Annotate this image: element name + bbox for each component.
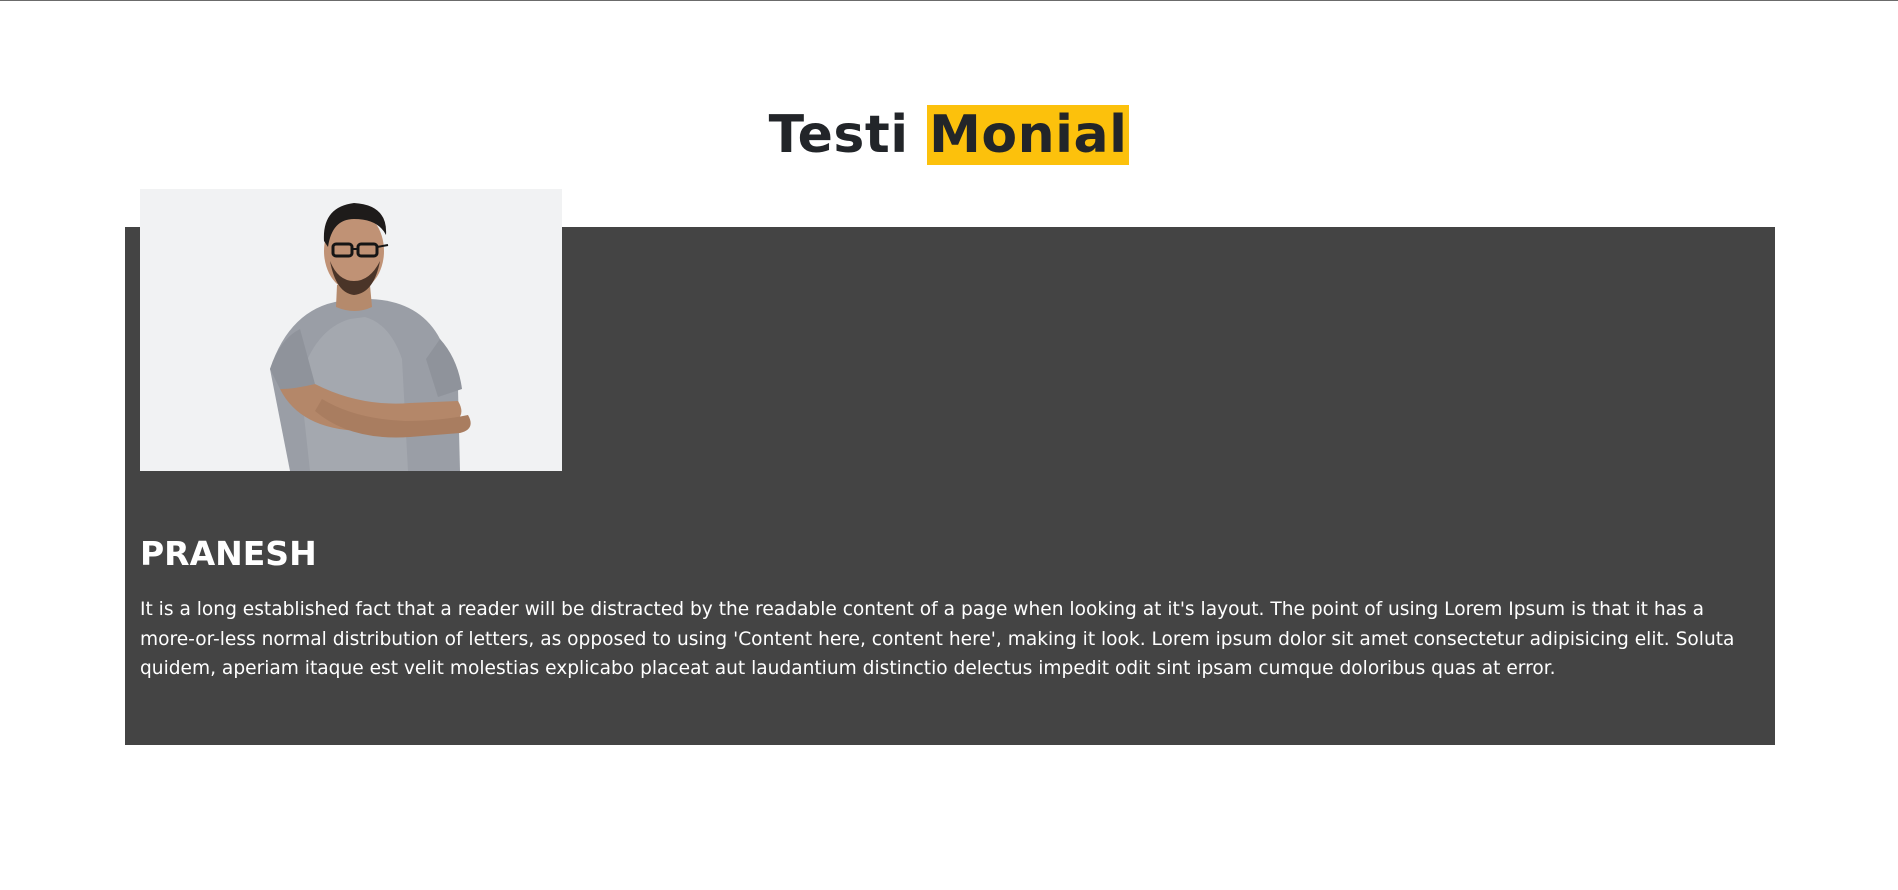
title-part-2-highlighted: Monial [927, 105, 1130, 165]
top-divider [0, 0, 1898, 1]
testimonial-photo [140, 189, 562, 471]
title-part-1: Testi [768, 105, 928, 165]
person-image [140, 189, 562, 471]
section-title: Testi Monial [0, 100, 1898, 170]
testimonial-text: It is a long established fact that a rea… [140, 599, 1735, 679]
testimonial-name: PRANESH [140, 534, 317, 573]
